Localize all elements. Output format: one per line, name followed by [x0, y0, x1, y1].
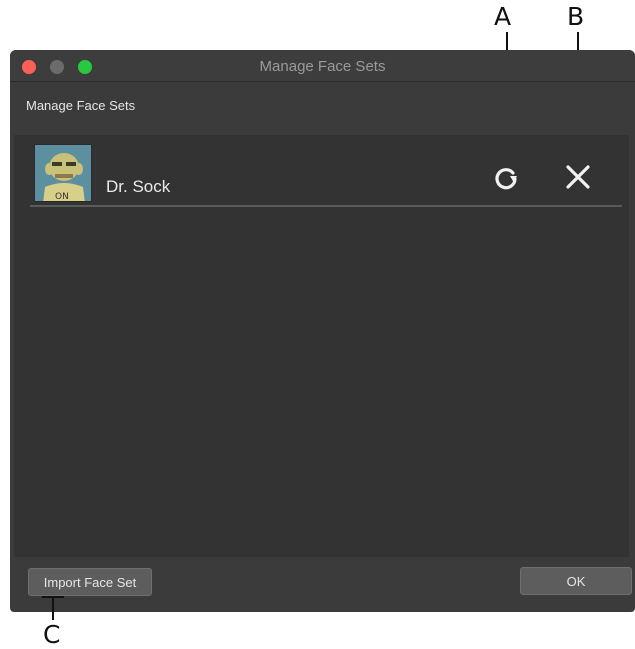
window-title: Manage Face Sets — [259, 58, 386, 75]
face-set-name: Dr. Sock — [106, 177, 171, 196]
import-face-set-button[interactable]: Import Face Set — [28, 568, 152, 596]
callout-c-cap — [42, 596, 64, 598]
section-label: Manage Face Sets — [26, 98, 136, 113]
face-set-row[interactable]: ON Dr. Sock — [30, 141, 622, 207]
remove-button[interactable] — [562, 161, 594, 193]
callout-c-label: C — [43, 620, 61, 649]
callout-a-label: A — [494, 2, 512, 31]
callout-c-line — [52, 596, 54, 620]
reload-icon — [495, 168, 517, 190]
manage-face-sets-window: Manage Face Sets Manage Face Sets ON Dr.… — [10, 50, 635, 612]
svg-text:ON: ON — [55, 192, 69, 202]
face-set-list: ON Dr. Sock — [14, 135, 629, 557]
title-bar: Manage Face Sets — [10, 50, 635, 82]
callout-b-label: B — [567, 2, 585, 31]
close-icon — [566, 165, 590, 189]
ok-button[interactable]: OK — [520, 567, 632, 595]
face-avatar-icon: ON — [34, 144, 92, 202]
reload-button[interactable] — [490, 161, 522, 193]
